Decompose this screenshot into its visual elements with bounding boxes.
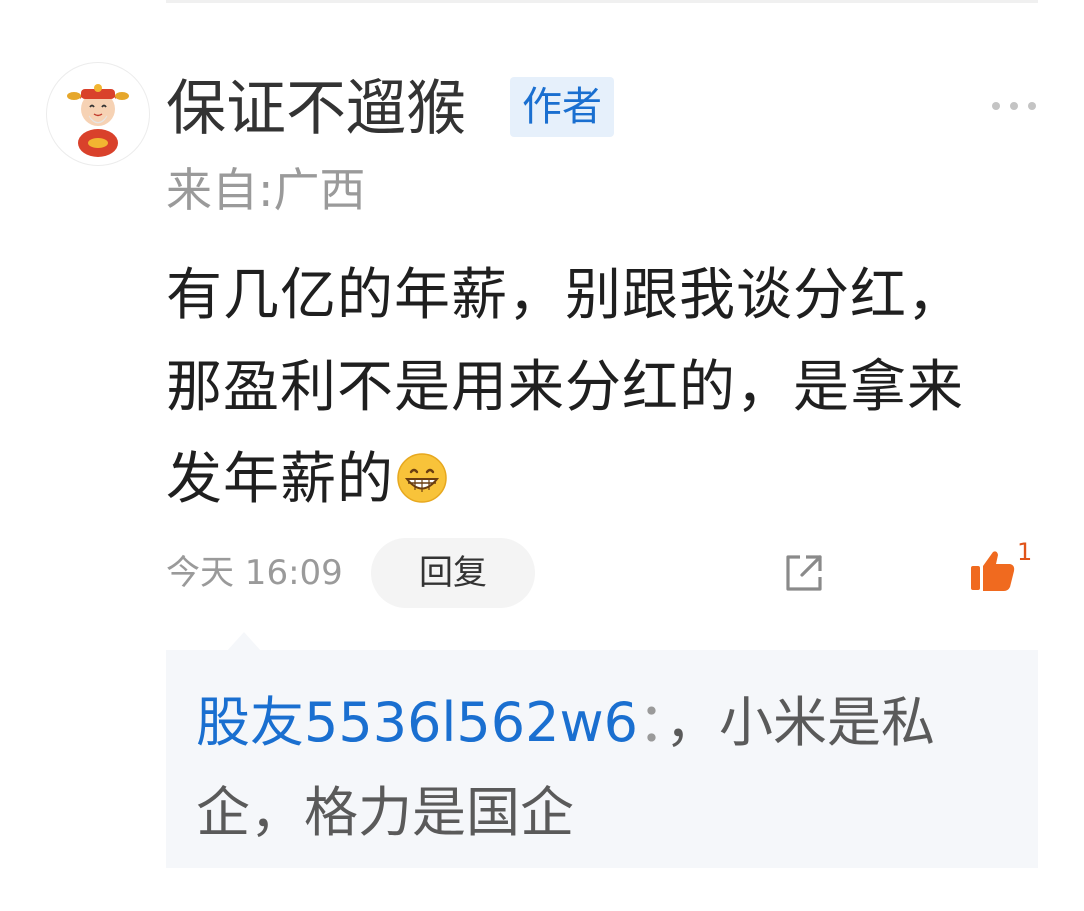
thumbs-up-icon[interactable] — [970, 550, 1016, 592]
reply-box-pointer — [226, 632, 262, 652]
timestamp: 今天 16:09 — [166, 553, 343, 593]
comment-page: 保证不遛猴 作者 来自:广西 有几亿的年薪，别跟我谈分红，那盈利不是用来分红的，… — [0, 0, 1084, 911]
reply-button[interactable]: 回复 — [371, 538, 535, 608]
avatar[interactable] — [46, 62, 150, 166]
like-count: 1 — [1017, 538, 1033, 566]
comment-text: 有几亿的年薪，别跟我谈分红，那盈利不是用来分红的，是拿来发年薪的 — [166, 263, 964, 512]
share-icon[interactable] — [782, 551, 826, 595]
sub-reply-box[interactable]: 股友5536l562w6：，小米是私企，格力是国企 — [166, 650, 1038, 868]
sub-reply-text: 股友5536l562w6：，小米是私企，格力是国企 — [196, 678, 1008, 858]
top-divider — [166, 0, 1038, 3]
grinning-face-emoji-icon — [397, 453, 447, 503]
sub-reply-separator: ： — [638, 691, 666, 754]
more-dots-icon[interactable] — [990, 98, 1038, 114]
author-badge: 作者 — [510, 77, 614, 137]
username[interactable]: 保证不遛猴 — [166, 74, 466, 144]
comment-content: 有几亿的年薪，别跟我谈分红，那盈利不是用来分红的，是拿来发年薪的 — [166, 250, 1006, 526]
avatar-fortune-god-icon — [67, 84, 129, 157]
sub-reply-username[interactable]: 股友5536l562w6 — [196, 691, 638, 754]
location-label: 来自:广西 — [166, 163, 366, 217]
